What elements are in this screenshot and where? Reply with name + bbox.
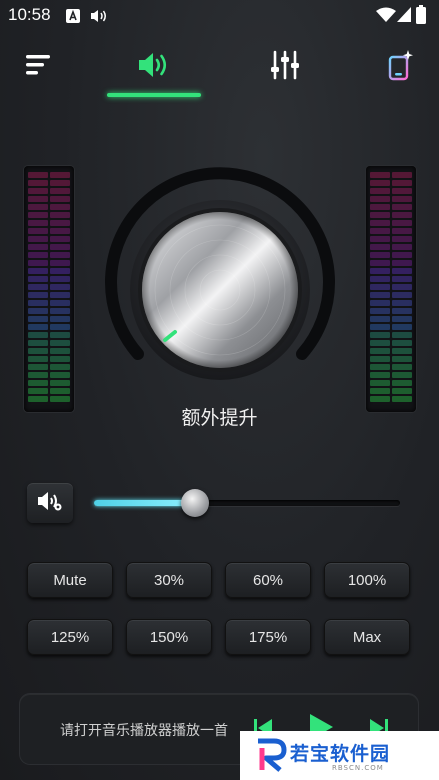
meter-column [370, 172, 390, 404]
keyboard-a-icon [66, 8, 80, 27]
volume-settings-button[interactable] [27, 483, 73, 523]
tab-equalizer[interactable] [258, 40, 312, 94]
knob-label: 额外提升 [181, 407, 258, 429]
equalizer-icon [269, 50, 301, 84]
speaker-icon [137, 51, 171, 83]
preset-150-button[interactable]: 150% [126, 619, 212, 655]
watermark-text: 若宝软件园 [290, 743, 391, 765]
preset-125-button[interactable]: 125% [27, 619, 113, 655]
level-meter-left [24, 166, 74, 412]
tab-menu[interactable] [14, 40, 64, 94]
volume-slider[interactable] [94, 489, 400, 517]
player-message: 请打开音乐播放器播放一首 [60, 723, 228, 739]
phone-sparkle-icon [386, 49, 416, 85]
watermark-subtext: RBSCN.COM [332, 764, 384, 772]
active-tab-indicator [107, 93, 201, 97]
tab-bar [0, 40, 439, 100]
meter-column [50, 172, 70, 404]
boost-knob[interactable] [100, 160, 340, 400]
preset-mute-button[interactable]: Mute [27, 562, 113, 598]
preset-100-button[interactable]: 100% [324, 562, 410, 598]
watermark: 若宝软件园 RBSCN.COM [240, 731, 439, 780]
audio-icon [90, 8, 108, 27]
tab-volume[interactable] [107, 40, 201, 94]
preset-30-button[interactable]: 30% [126, 562, 212, 598]
meter-column [392, 172, 412, 404]
watermark-logo-icon [254, 738, 288, 776]
speaker-gear-icon [37, 490, 63, 516]
status-bar: 10:58 [0, 0, 439, 32]
battery-icon [416, 5, 426, 28]
preset-175-button[interactable]: 175% [225, 619, 311, 655]
signal-icon [397, 7, 411, 27]
preset-max-button[interactable]: Max [324, 619, 410, 655]
status-time: 10:58 [8, 5, 51, 24]
volume-slider-thumb[interactable] [180, 489, 209, 517]
meter-column [28, 172, 48, 404]
preset-60-button[interactable]: 60% [225, 562, 311, 598]
level-meter-right [366, 166, 416, 412]
menu-icon [24, 53, 54, 81]
volume-slider-fill [94, 500, 195, 506]
wifi-icon [376, 7, 396, 27]
tab-theme[interactable] [378, 40, 424, 94]
